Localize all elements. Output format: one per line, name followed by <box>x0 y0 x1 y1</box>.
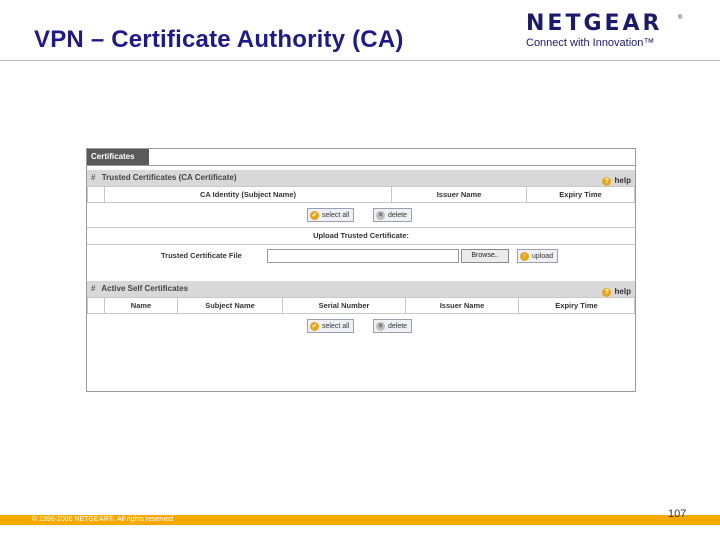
certificates-panel: Certificates # Trusted Certificates (CA … <box>86 148 636 392</box>
self-select-all-button[interactable]: ✔ select all <box>307 319 355 333</box>
delete-label: delete <box>388 212 408 219</box>
checkbox-column-header <box>87 186 105 203</box>
tab-bar: Certificates <box>87 149 635 166</box>
browse-button[interactable]: Browse.. <box>461 249 509 263</box>
self-certificates-table: Name Subject Name Serial Number Issuer N… <box>87 297 635 314</box>
help-label: help <box>614 287 631 296</box>
trusted-certificates-table: CA Identity (Subject Name) Issuer Name E… <box>87 186 635 203</box>
delete-icon: ✕ <box>376 322 385 331</box>
logo-registered-mark: ® <box>678 15 683 21</box>
trusted-delete-button[interactable]: ✕ delete <box>373 208 413 222</box>
self-help-link[interactable]: ? help <box>602 284 631 300</box>
tab-certificates[interactable]: Certificates <box>87 149 149 165</box>
upload-label: upload <box>532 253 554 260</box>
trusted-actions: ✔ select all ✕ delete <box>87 203 635 227</box>
title-divider <box>0 60 720 61</box>
column-header: Subject Name <box>177 297 283 314</box>
trusted-certificates-title: Trusted Certificates (CA Certificate) <box>101 173 237 182</box>
upload-row: Trusted Certificate File Browse.. ↑ uplo… <box>87 245 635 267</box>
netgear-logo: NETGEAR ® Connect with Innovation™ <box>526 12 696 56</box>
trusted-certificate-file-label: Trusted Certificate File <box>161 251 242 260</box>
logo-wordmark: NETGEAR <box>526 11 663 36</box>
select-all-label: select all <box>322 212 350 219</box>
checkmark-icon: ✔ <box>310 322 319 331</box>
table-header-row: Name Subject Name Serial Number Issuer N… <box>87 297 635 314</box>
trusted-select-all-button[interactable]: ✔ select all <box>307 208 355 222</box>
self-certificates-title: Active Self Certificates <box>101 284 189 293</box>
table-header-row: CA Identity (Subject Name) Issuer Name E… <box>87 186 635 203</box>
help-icon: ? <box>602 177 612 186</box>
trusted-certificates-header: # Trusted Certificates (CA Certificate) … <box>87 166 635 186</box>
trusted-certificate-file-input[interactable] <box>267 249 459 263</box>
select-all-label: select all <box>322 323 350 330</box>
logo-tagline: Connect with Innovation™ <box>526 37 655 49</box>
slide-title: VPN – Certificate Authority (CA) <box>34 26 404 53</box>
upload-button[interactable]: ↑ upload <box>517 249 559 263</box>
delete-icon: ✕ <box>376 211 385 220</box>
upload-icon: ↑ <box>520 252 529 261</box>
column-header: Issuer Name <box>405 297 519 314</box>
self-actions: ✔ select all ✕ delete <box>87 314 635 338</box>
help-label: help <box>614 176 631 185</box>
delete-label: delete <box>388 323 408 330</box>
column-header: CA Identity (Subject Name) <box>104 186 392 203</box>
section-hash-icon: # <box>91 284 96 293</box>
column-header: Issuer Name <box>391 186 527 203</box>
copyright-text: © 1996-2006 NETGEAR®. All rights reserve… <box>32 516 174 523</box>
checkmark-icon: ✔ <box>310 211 319 220</box>
trusted-help-link[interactable]: ? help <box>602 173 631 189</box>
checkbox-column-header <box>87 297 105 314</box>
page-number: 107 <box>668 508 687 520</box>
self-certificates-header: # Active Self Certificates ? help <box>87 277 635 297</box>
column-header: Serial Number <box>282 297 406 314</box>
self-delete-button[interactable]: ✕ delete <box>373 319 413 333</box>
column-header: Name <box>104 297 178 314</box>
section-hash-icon: # <box>91 173 96 182</box>
upload-trusted-heading: Upload Trusted Certificate: <box>313 231 409 240</box>
help-icon: ? <box>602 288 612 297</box>
